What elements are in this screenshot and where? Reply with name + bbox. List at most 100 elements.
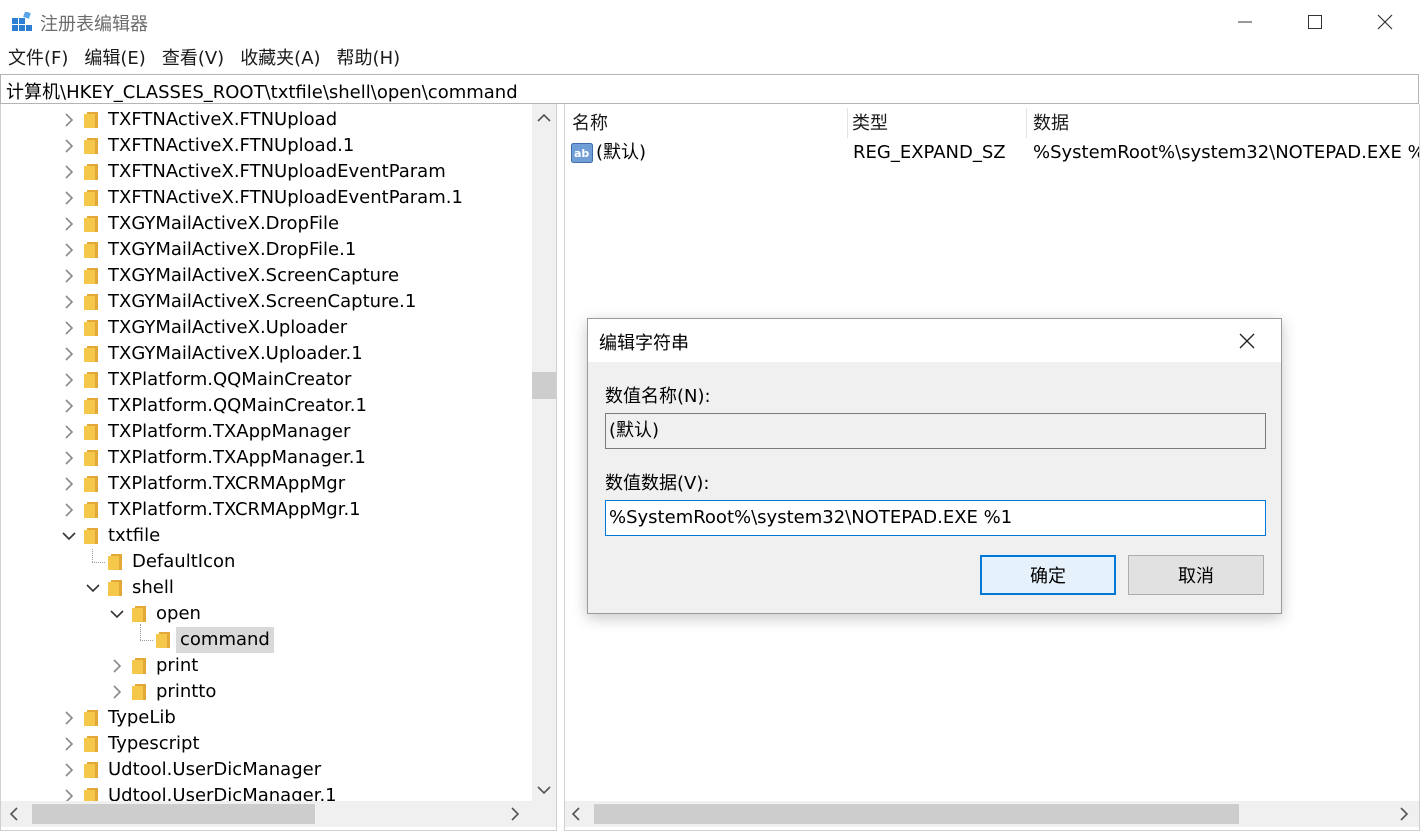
folder-icon	[84, 502, 98, 518]
folder-icon	[132, 606, 146, 622]
chevron-right-icon[interactable]	[61, 294, 77, 310]
tree-item[interactable]: TXGYMailActiveX.DropFile.1	[1, 237, 531, 263]
folder-icon	[84, 424, 98, 440]
tree-item[interactable]: TXFTNActiveX.FTNUpload	[1, 107, 531, 133]
scroll-up-icon[interactable]	[537, 113, 551, 123]
tree-item[interactable]: TypeLib	[1, 705, 531, 731]
values-horizontal-scrollbar[interactable]	[565, 801, 1419, 827]
tree-item[interactable]: TXPlatform.QQMainCreator.1	[1, 393, 531, 419]
tree-item[interactable]: printto	[1, 679, 531, 705]
menu-file[interactable]: 文件(F)	[0, 44, 76, 74]
scroll-down-icon[interactable]	[537, 785, 551, 795]
chevron-right-icon[interactable]	[61, 190, 77, 206]
chevron-right-icon[interactable]	[61, 398, 77, 414]
tree-horizontal-scroll-thumb[interactable]	[32, 804, 315, 824]
folder-icon	[84, 242, 98, 258]
column-header-type[interactable]: 类型	[852, 110, 888, 138]
folder-icon	[84, 346, 98, 362]
tree-item[interactable]: TXGYMailActiveX.Uploader	[1, 315, 531, 341]
tree-item[interactable]: TXPlatform.TXAppManager	[1, 419, 531, 445]
chevron-right-icon[interactable]	[61, 450, 77, 466]
chevron-right-icon[interactable]	[61, 476, 77, 492]
chevron-right-icon[interactable]	[61, 346, 77, 362]
chevron-right-icon[interactable]	[109, 658, 125, 674]
chevron-down-icon[interactable]	[85, 580, 101, 596]
chevron-right-icon[interactable]	[61, 502, 77, 518]
tree-connector-line	[92, 549, 93, 562]
menu-help[interactable]: 帮助(H)	[329, 44, 409, 74]
tree-item[interactable]: TXGYMailActiveX.ScreenCapture	[1, 263, 531, 289]
chevron-down-icon[interactable]	[61, 528, 77, 544]
dialog-title: 编辑字符串	[599, 333, 689, 354]
tree-item[interactable]: TXFTNActiveX.FTNUploadEventParam	[1, 159, 531, 185]
tree-item[interactable]: TXPlatform.TXAppManager.1	[1, 445, 531, 471]
chevron-right-icon[interactable]	[61, 710, 77, 726]
chevron-right-icon[interactable]	[61, 372, 77, 388]
menu-edit[interactable]: 编辑(E)	[76, 44, 153, 74]
tree-item[interactable]: print	[1, 653, 531, 679]
chevron-right-icon[interactable]	[61, 762, 77, 778]
tree-item-label: TXPlatform.QQMainCreator	[108, 369, 352, 390]
folder-icon	[84, 476, 98, 492]
menu-favorites[interactable]: 收藏夹(A)	[232, 44, 328, 74]
chevron-right-icon[interactable]	[61, 138, 77, 154]
tree-item[interactable]: TXFTNActiveX.FTNUpload.1	[1, 133, 531, 159]
minimize-button[interactable]	[1210, 0, 1280, 44]
ok-button[interactable]: 确定	[980, 555, 1116, 595]
tree-item[interactable]: TXGYMailActiveX.Uploader.1	[1, 341, 531, 367]
chevron-right-icon[interactable]	[61, 268, 77, 284]
folder-icon	[84, 762, 98, 778]
address-bar[interactable]: 计算机\HKEY_CLASSES_ROOT\txtfile\shell\open…	[0, 74, 1419, 104]
chevron-right-icon[interactable]	[61, 216, 77, 232]
scroll-right-icon[interactable]	[510, 807, 520, 821]
tree-item[interactable]: txtfile	[1, 523, 531, 549]
menu-view[interactable]: 查看(V)	[154, 44, 232, 74]
chevron-right-icon[interactable]	[109, 684, 125, 700]
tree-vertical-scroll-thumb[interactable]	[532, 372, 556, 399]
dialog-title-bar[interactable]: 编辑字符串	[588, 319, 1281, 362]
tree-item[interactable]: command	[1, 627, 531, 653]
folder-icon	[84, 294, 98, 310]
dialog-close-button[interactable]	[1232, 327, 1262, 355]
value-data-label: 数值数据(V):	[605, 473, 710, 494]
column-divider[interactable]	[847, 108, 848, 138]
scroll-left-icon[interactable]	[9, 807, 19, 821]
folder-icon	[84, 138, 98, 154]
column-divider[interactable]	[1026, 108, 1027, 138]
values-horizontal-scroll-thumb[interactable]	[594, 804, 1239, 824]
scroll-left-icon[interactable]	[571, 807, 581, 821]
tree-item[interactable]: TXPlatform.QQMainCreator	[1, 367, 531, 393]
tree-horizontal-scrollbar[interactable]	[1, 801, 532, 827]
chevron-right-icon[interactable]	[61, 320, 77, 336]
chevron-right-icon[interactable]	[61, 424, 77, 440]
maximize-button[interactable]	[1280, 0, 1350, 44]
tree-item-label: TXGYMailActiveX.DropFile.1	[108, 239, 357, 260]
tree-item-label: TXFTNActiveX.FTNUpload	[108, 109, 338, 130]
chevron-right-icon[interactable]	[61, 164, 77, 180]
chevron-right-icon[interactable]	[61, 112, 77, 128]
chevron-down-icon[interactable]	[109, 606, 125, 622]
tree-item[interactable]: TXGYMailActiveX.DropFile	[1, 211, 531, 237]
tree-item[interactable]: DefaultIcon	[1, 549, 531, 575]
tree-vertical-scrollbar[interactable]	[532, 104, 556, 801]
scrollbar-corner	[532, 801, 556, 827]
tree-item[interactable]: Typescript	[1, 731, 531, 757]
tree-item-label: shell	[132, 577, 174, 598]
tree-item[interactable]: TXPlatform.TXCRMAppMgr	[1, 471, 531, 497]
address-path[interactable]: 计算机\HKEY_CLASSES_ROOT\txtfile\shell\open…	[6, 78, 518, 104]
close-button[interactable]	[1350, 0, 1420, 44]
chevron-right-icon[interactable]	[61, 736, 77, 752]
column-header-data[interactable]: 数据	[1033, 110, 1069, 138]
tree-item[interactable]: shell	[1, 575, 531, 601]
tree-item[interactable]: open	[1, 601, 531, 627]
value-data-field[interactable]: %SystemRoot%\system32\NOTEPAD.EXE %1	[605, 500, 1266, 536]
scroll-right-icon[interactable]	[1399, 807, 1409, 821]
cancel-button[interactable]: 取消	[1128, 555, 1264, 595]
column-header-name[interactable]: 名称	[572, 110, 608, 138]
tree-item[interactable]: TXGYMailActiveX.ScreenCapture.1	[1, 289, 531, 315]
tree-item[interactable]: TXPlatform.TXCRMAppMgr.1	[1, 497, 531, 523]
value-row[interactable]: ab (默认) REG_EXPAND_SZ %SystemRoot%\syste…	[565, 140, 1419, 166]
chevron-right-icon[interactable]	[61, 242, 77, 258]
tree-item[interactable]: Udtool.UserDicManager	[1, 757, 531, 783]
tree-item[interactable]: TXFTNActiveX.FTNUploadEventParam.1	[1, 185, 531, 211]
